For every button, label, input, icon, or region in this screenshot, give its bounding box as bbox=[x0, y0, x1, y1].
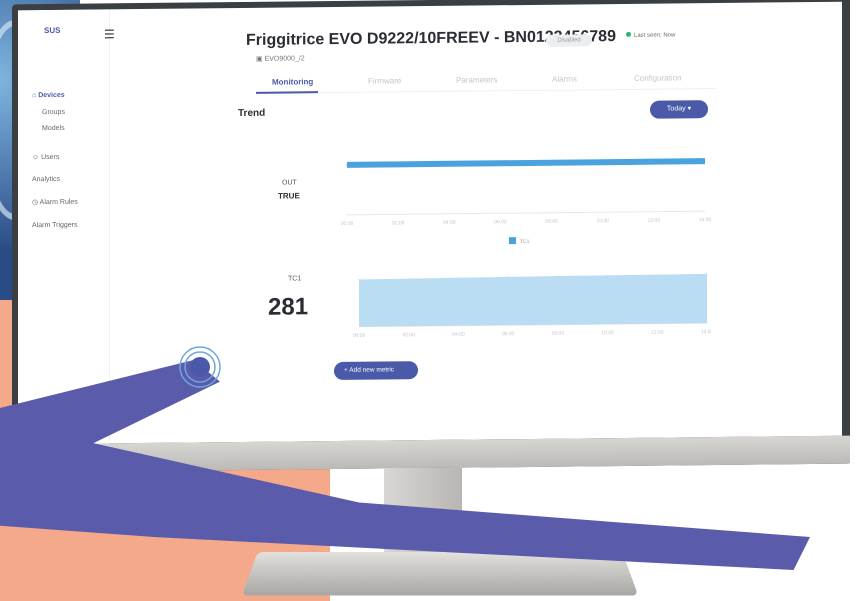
x-tick-label: 08:00 bbox=[552, 331, 565, 337]
data-point bbox=[706, 273, 708, 275]
stage: SUS ☰ ⌂ Devices Groups Models ☺ Users An… bbox=[0, 0, 862, 601]
sidebar-item-models[interactable]: Models bbox=[42, 125, 65, 132]
legend-swatch bbox=[509, 237, 516, 245]
chart-out-svg: 00:00 02:00 04:00 06:00 08:00 10:00 12:00 14:00… bbox=[341, 158, 711, 245]
x-tick-label: 00:00 bbox=[341, 221, 353, 227]
trend-heading: Trend bbox=[238, 107, 266, 120]
x-tick-label: 06:00 bbox=[502, 331, 515, 337]
x-tick-label: 10:00 bbox=[601, 330, 614, 336]
chart-out: 00:00 02:00 04:00 06:00 08:00 10:00 12:00 14:00… bbox=[341, 131, 711, 255]
legend-label: TC1 bbox=[520, 239, 530, 245]
sidebar-item-alarm-triggers[interactable]: Alarm Triggers bbox=[32, 222, 78, 229]
tab-parameters[interactable]: Parameters bbox=[456, 75, 497, 84]
tab-configuration[interactable]: Configuration bbox=[634, 73, 682, 82]
x-tick-label: 04:00 bbox=[452, 332, 465, 338]
x-axis-line bbox=[347, 210, 705, 216]
metric-value: 281 bbox=[268, 293, 309, 321]
online-dot-icon bbox=[626, 31, 631, 37]
device-status-badge: Disabled bbox=[546, 34, 592, 47]
metric-value: TRUE bbox=[278, 191, 300, 201]
last-seen-status: Last seen: Now bbox=[626, 31, 675, 39]
range-dropdown[interactable]: Today ▾ bbox=[650, 100, 708, 119]
logo-text: SUS bbox=[44, 25, 61, 36]
sidebar-item-users[interactable]: ☺ Users bbox=[32, 154, 59, 161]
x-tick-label: 12:00 bbox=[648, 218, 661, 224]
x-tick-label: 06:00 bbox=[494, 219, 507, 225]
users-icon: ☺ bbox=[32, 154, 42, 162]
chart-tc1-svg: 00:00 02:00 04:00 06:00 08:00 10:00 12:00 14:00 bbox=[353, 273, 713, 339]
menu-icon[interactable]: ☰ bbox=[104, 27, 115, 41]
device-subid: ▣ EVO9000_/2 bbox=[256, 55, 305, 63]
sidebar-item-devices[interactable]: ⌂ Devices bbox=[32, 92, 65, 99]
tab-firmware[interactable]: Firmware bbox=[368, 76, 401, 85]
chart-tc1: 00:00 02:00 04:00 06:00 08:00 10:00 12:00 14:00 bbox=[341, 253, 713, 347]
chevron-down-icon: ▾ bbox=[687, 105, 692, 113]
x-tick-label: 04:00 bbox=[443, 220, 456, 226]
x-tick-label: 02:00 bbox=[402, 332, 415, 338]
chip-icon: ▣ bbox=[256, 55, 265, 63]
add-metric-button[interactable]: + Add new metric bbox=[334, 361, 418, 381]
tab-bar: Monitoring Firmware Parameters Alarms Co… bbox=[256, 69, 716, 94]
metric-name: TC1 bbox=[288, 275, 302, 283]
metric-card-out: OUT TRUE bbox=[252, 147, 330, 248]
sidebar-item-groups[interactable]: Groups bbox=[42, 109, 65, 116]
x-tick-label: 14:00 bbox=[701, 329, 711, 335]
sidebar: SUS ☰ ⌂ Devices Groups Models ☺ Users An… bbox=[18, 9, 115, 445]
x-tick-label: 02:00 bbox=[392, 220, 405, 226]
click-target-icon bbox=[179, 346, 221, 388]
tab-alarms[interactable]: Alarms bbox=[552, 74, 577, 83]
sidebar-item-alarm-rules[interactable]: ◷ Alarm Rules bbox=[32, 198, 78, 206]
logo: SUS bbox=[44, 26, 60, 35]
alarm-icon: ◷ bbox=[32, 199, 40, 207]
series-line bbox=[347, 158, 705, 168]
metric-card-tc1: TC1 281 bbox=[252, 269, 330, 350]
x-tick-label: 00:00 bbox=[353, 333, 366, 339]
metric-name: OUT bbox=[282, 179, 297, 187]
x-tick-label: 10:00 bbox=[596, 218, 609, 224]
series-area bbox=[359, 273, 707, 327]
x-tick-label: 08:00 bbox=[545, 219, 558, 225]
tab-monitoring[interactable]: Monitoring bbox=[272, 77, 313, 86]
active-tab-indicator bbox=[256, 91, 318, 94]
main-content: Friggitrice EVO D9222/10FREEV - BN012345… bbox=[116, 2, 842, 444]
x-tick-label: 14:00 bbox=[699, 217, 711, 223]
sidebar-item-analytics[interactable]: Analytics bbox=[32, 176, 60, 183]
x-tick-label: 12:00 bbox=[651, 330, 664, 336]
